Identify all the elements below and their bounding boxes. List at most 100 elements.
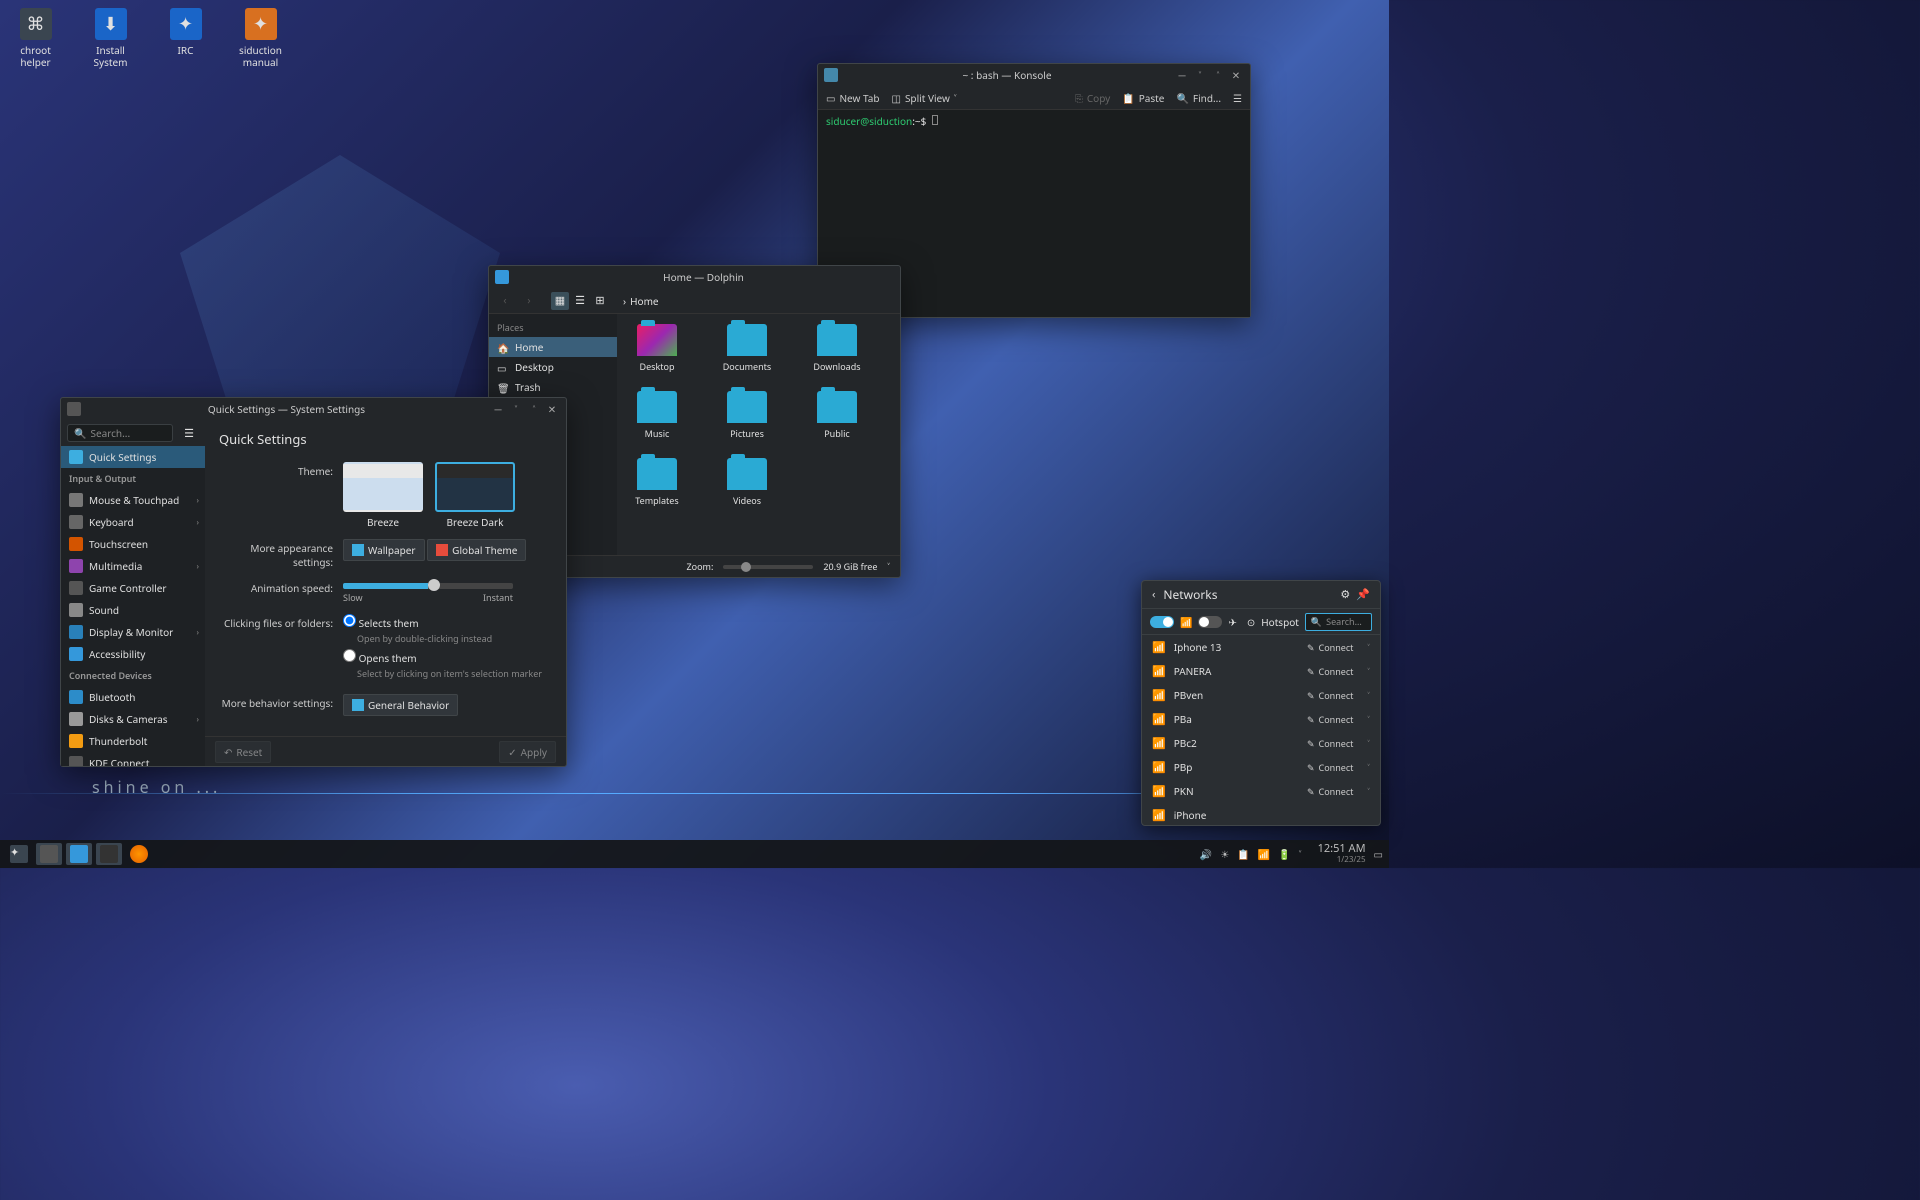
- sidebar-desktop[interactable]: ▭Desktop: [489, 357, 617, 377]
- volume-icon[interactable]: 🔊: [1200, 847, 1212, 861]
- network-tray-icon[interactable]: 📶: [1258, 847, 1270, 861]
- battery-icon[interactable]: 🔋: [1278, 847, 1290, 861]
- clock[interactable]: 12:51 AM 1/23/25: [1318, 843, 1366, 865]
- folder-templates[interactable]: Templates: [627, 458, 687, 507]
- back-button[interactable]: ‹: [495, 291, 515, 311]
- clipboard-icon[interactable]: 📋: [1237, 847, 1249, 861]
- list-view-button[interactable]: ☰: [571, 292, 589, 310]
- sidebar-bluetooth[interactable]: Bluetooth: [61, 686, 205, 708]
- networks-settings-icon[interactable]: ⚙: [1340, 587, 1350, 602]
- airplane-toggle[interactable]: [1198, 616, 1222, 628]
- split-view-button[interactable]: ◫ Split View ˅: [891, 91, 956, 105]
- network-item[interactable]: 📶PANERA✎ Connect˅: [1142, 659, 1380, 683]
- sidebar-touchscreen[interactable]: Touchscreen: [61, 533, 205, 555]
- networks-pin-icon[interactable]: 📌: [1356, 587, 1370, 602]
- network-item[interactable]: 📶PKN✎ Connect˅: [1142, 779, 1380, 803]
- network-item[interactable]: 📶iPhone: [1142, 803, 1380, 825]
- chevron-down-icon[interactable]: ˅: [887, 560, 890, 573]
- hotspot-label[interactable]: Hotspot: [1261, 615, 1299, 629]
- network-item[interactable]: 📶PBa✎ Connect˅: [1142, 707, 1380, 731]
- app-launcher[interactable]: ✦: [6, 843, 32, 865]
- networks-list: 📶Iphone 13✎ Connect˅ 📶PANERA✎ Connect˅ 📶…: [1142, 635, 1380, 825]
- network-item[interactable]: 📶PBven✎ Connect˅: [1142, 683, 1380, 707]
- find-button[interactable]: 🔍 Find...: [1176, 91, 1221, 105]
- task-konsole[interactable]: [96, 843, 122, 865]
- minimize-button[interactable]: ─: [1174, 67, 1190, 83]
- folder-public[interactable]: Public: [807, 391, 867, 440]
- dropdown-button[interactable]: ˅: [508, 401, 524, 417]
- settings-titlebar[interactable]: Quick Settings — System Settings ─ ˅ ˄ ✕: [61, 398, 566, 420]
- show-desktop[interactable]: ▭: [1374, 847, 1383, 861]
- tray-expand[interactable]: ˅: [1299, 847, 1302, 861]
- minimize-button[interactable]: ─: [490, 401, 506, 417]
- icon-view-button[interactable]: ▦: [551, 292, 569, 310]
- settings-menu[interactable]: ☰: [179, 423, 199, 443]
- sidebar-thunderbolt[interactable]: Thunderbolt: [61, 730, 205, 752]
- networks-search[interactable]: 🔍 Search...: [1305, 613, 1372, 631]
- desktop-icon-chroot[interactable]: ⌘chroot helper: [8, 8, 63, 68]
- general-behavior-button[interactable]: General Behavior: [343, 694, 458, 716]
- desktop-icon-install[interactable]: ⬇Install System: [83, 8, 138, 68]
- task-settings[interactable]: [36, 843, 62, 865]
- wifi-toggle[interactable]: [1150, 616, 1174, 628]
- sidebar-multimedia[interactable]: Multimedia›: [61, 555, 205, 577]
- brightness-icon[interactable]: ☀: [1220, 847, 1229, 861]
- breadcrumb[interactable]: › Home: [623, 294, 659, 308]
- copy-button[interactable]: ⎘ Copy: [1075, 91, 1110, 105]
- network-item[interactable]: 📶PBp✎ Connect˅: [1142, 755, 1380, 779]
- close-button[interactable]: ✕: [1228, 67, 1244, 83]
- sidebar-home[interactable]: 🏠Home: [489, 337, 617, 357]
- new-tab-button[interactable]: ▭ New Tab: [826, 91, 879, 105]
- settings-title: Quick Settings — System Settings: [85, 402, 488, 416]
- network-item[interactable]: 📶Iphone 13✎ Connect˅: [1142, 635, 1380, 659]
- network-item[interactable]: 📶PBc2✎ Connect˅: [1142, 731, 1380, 755]
- dropdown-button[interactable]: ˅: [1192, 67, 1208, 83]
- folder-videos[interactable]: Videos: [717, 458, 777, 507]
- apply-button[interactable]: ✓ Apply: [499, 741, 556, 763]
- folder-music[interactable]: Music: [627, 391, 687, 440]
- zoom-slider[interactable]: [723, 565, 813, 569]
- dolphin-titlebar[interactable]: Home — Dolphin: [489, 266, 900, 288]
- maximize-button[interactable]: ˄: [526, 401, 542, 417]
- radio-selects[interactable]: Selects them: [343, 614, 552, 630]
- animation-slider[interactable]: [343, 583, 513, 589]
- sidebar-trash[interactable]: 🗑Trash: [489, 377, 617, 397]
- wallpaper-button[interactable]: Wallpaper: [343, 539, 425, 561]
- selects-sub: Open by double-clicking instead: [357, 632, 552, 645]
- maximize-button[interactable]: ˄: [1210, 67, 1226, 83]
- tree-view-button[interactable]: ⊞: [591, 292, 609, 310]
- theme-breeze[interactable]: Breeze: [343, 462, 423, 529]
- sidebar-mouse[interactable]: Mouse & Touchpad›: [61, 489, 205, 511]
- networks-back[interactable]: ‹: [1152, 587, 1155, 602]
- sidebar-disks[interactable]: Disks & Cameras›: [61, 708, 205, 730]
- networks-title: Networks: [1163, 586, 1334, 603]
- folder-desktop[interactable]: Desktop: [627, 324, 687, 373]
- desktop-icon-irc[interactable]: ✦IRC: [158, 8, 213, 68]
- settings-main: Quick Settings Theme: Breeze Breeze Dark…: [205, 420, 566, 736]
- settings-search[interactable]: 🔍 Search...: [67, 424, 173, 442]
- sidebar-game[interactable]: Game Controller: [61, 577, 205, 599]
- desktop-icons: ⌘chroot helper ⬇Install System ✦IRC ✦sid…: [8, 8, 288, 68]
- theme-breeze-dark[interactable]: Breeze Dark: [435, 462, 515, 529]
- folder-documents[interactable]: Documents: [717, 324, 777, 373]
- sidebar-quick-settings[interactable]: Quick Settings: [61, 446, 205, 468]
- global-theme-button[interactable]: Global Theme: [427, 539, 526, 561]
- close-button[interactable]: ✕: [544, 401, 560, 417]
- menu-button[interactable]: ☰: [1233, 91, 1242, 105]
- sidebar-sound[interactable]: Sound: [61, 599, 205, 621]
- folder-pictures[interactable]: Pictures: [717, 391, 777, 440]
- radio-opens[interactable]: Opens them: [343, 649, 552, 665]
- sidebar-keyboard[interactable]: Keyboard›: [61, 511, 205, 533]
- sidebar-accessibility[interactable]: Accessibility: [61, 643, 205, 665]
- konsole-titlebar[interactable]: ~ : bash — Konsole ─ ˅ ˄ ✕: [818, 64, 1250, 86]
- sidebar-kde-connect[interactable]: KDE Connect: [61, 752, 205, 766]
- folder-downloads[interactable]: Downloads: [807, 324, 867, 373]
- task-dolphin[interactable]: [66, 843, 92, 865]
- task-firefox[interactable]: [126, 843, 152, 865]
- paste-button[interactable]: 📋 Paste: [1122, 91, 1164, 105]
- forward-button[interactable]: ›: [519, 291, 539, 311]
- sidebar-display[interactable]: Display & Monitor›: [61, 621, 205, 643]
- reset-button[interactable]: ↶ Reset: [215, 741, 271, 763]
- desktop-icon-manual[interactable]: ✦siduction manual: [233, 8, 288, 68]
- taskbar: ✦ 🔊 ☀ 📋 📶 🔋 ˅ 12:51 AM 1/23/25 ▭: [0, 840, 1389, 868]
